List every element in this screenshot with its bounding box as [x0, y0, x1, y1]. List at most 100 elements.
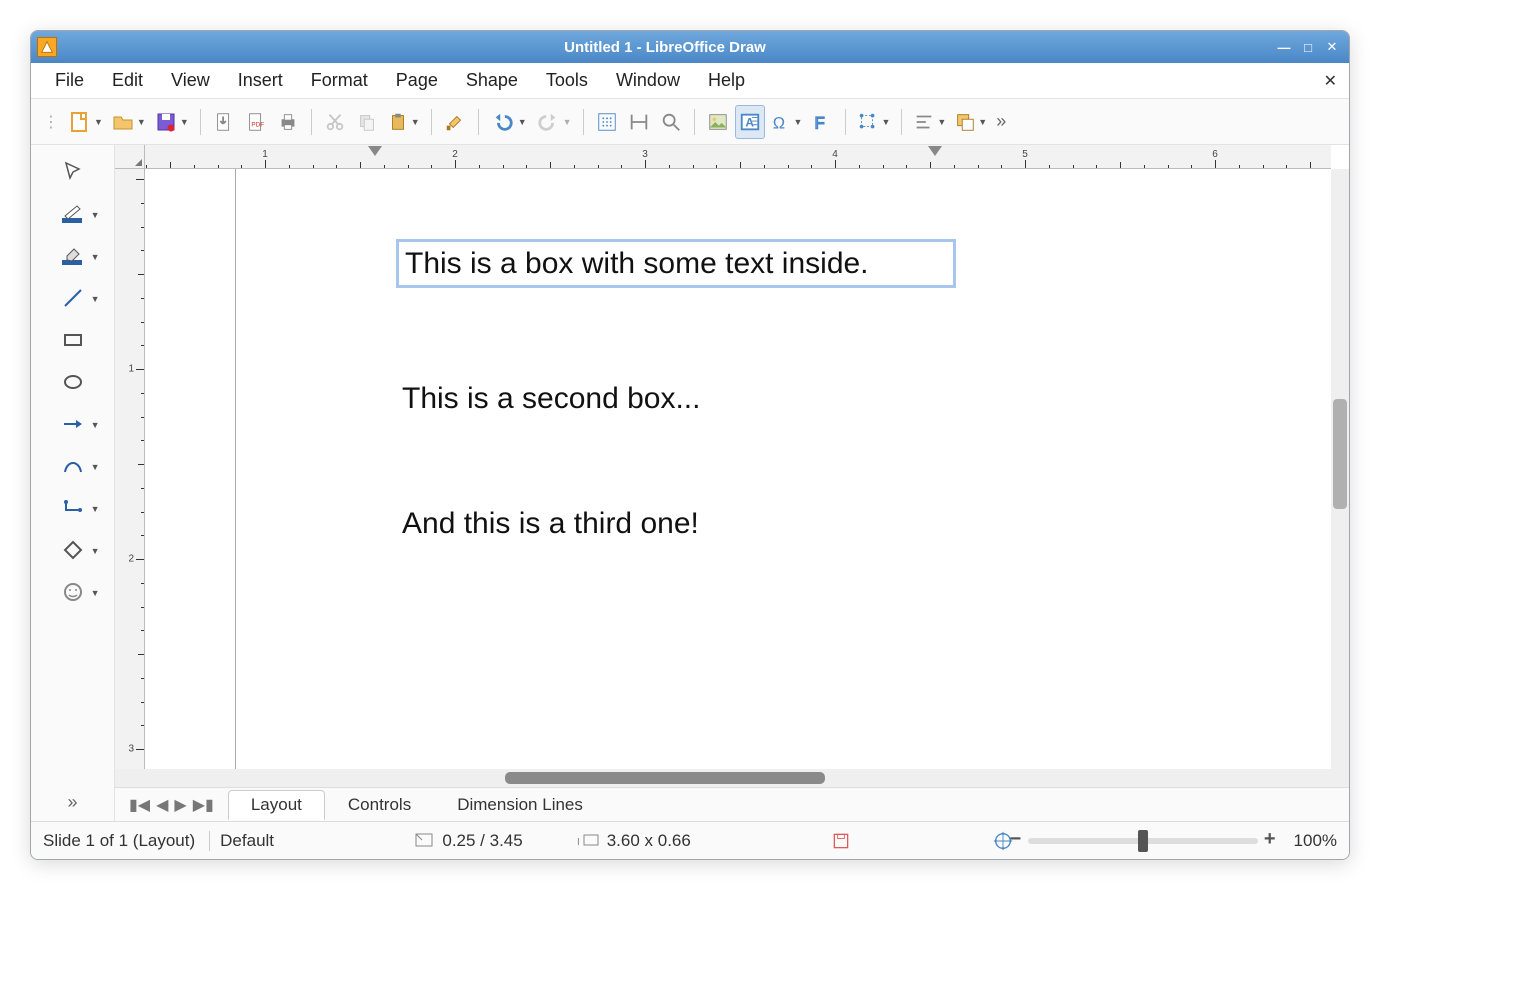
- zoom-slider-handle[interactable]: [1138, 830, 1148, 852]
- select-tool[interactable]: [43, 153, 103, 191]
- transformations-button[interactable]: ▼: [854, 105, 893, 139]
- line-tool[interactable]: ▼: [43, 279, 103, 317]
- menu-help[interactable]: Help: [694, 66, 759, 95]
- ellipse-tool[interactable]: [43, 363, 103, 401]
- new-document-button[interactable]: ▼: [65, 105, 106, 139]
- size-icon: I: [577, 832, 601, 850]
- status-slide: Slide 1 of 1 (Layout): [43, 831, 195, 851]
- zoom-slider[interactable]: − +: [1028, 838, 1258, 844]
- text-box-content: This is a second box...: [402, 382, 700, 415]
- insert-image-button[interactable]: [703, 105, 733, 139]
- ruler-corner[interactable]: [115, 145, 145, 169]
- clone-formatting-button[interactable]: [440, 105, 470, 139]
- minimize-button[interactable]: —: [1275, 39, 1293, 55]
- snap-lines-button[interactable]: [624, 105, 654, 139]
- separator: [845, 109, 846, 135]
- undo-button[interactable]: ▼: [487, 105, 530, 139]
- tab-controls[interactable]: Controls: [325, 790, 434, 819]
- app-icon: [37, 37, 57, 57]
- scrollbar-thumb[interactable]: [505, 772, 825, 784]
- cut-button[interactable]: [320, 105, 350, 139]
- text-box-content: And this is a third one!: [402, 507, 699, 540]
- menu-insert[interactable]: Insert: [224, 66, 297, 95]
- page: This is a box with some text inside. Thi…: [235, 169, 1331, 769]
- menu-page[interactable]: Page: [382, 66, 452, 95]
- text-box-1[interactable]: This is a box with some text inside.: [396, 239, 956, 288]
- zoom-out-button[interactable]: −: [1010, 828, 1022, 851]
- drawing-canvas[interactable]: This is a box with some text inside. Thi…: [145, 169, 1331, 769]
- save-button[interactable]: ▼: [151, 105, 192, 139]
- fill-color-tool[interactable]: ▼: [43, 237, 103, 275]
- text-box-3[interactable]: And this is a third one!: [402, 504, 962, 543]
- position-icon: [414, 832, 436, 850]
- special-character-button[interactable]: Ω▼: [767, 105, 806, 139]
- menu-file[interactable]: File: [41, 66, 98, 95]
- horizontal-ruler[interactable]: 123456: [145, 145, 1331, 169]
- arrange-button[interactable]: ▼: [951, 105, 990, 139]
- open-button[interactable]: ▼: [108, 105, 149, 139]
- canvas-area: 123456 123 This is a box with some text …: [115, 145, 1349, 821]
- print-button[interactable]: [273, 105, 303, 139]
- menu-format[interactable]: Format: [297, 66, 382, 95]
- next-slide-button[interactable]: ▶: [174, 795, 186, 815]
- zoom-level[interactable]: 100%: [1294, 831, 1337, 851]
- text-box-2[interactable]: This is a second box...: [402, 379, 962, 418]
- ruler-selection-marker: [368, 146, 382, 156]
- zoom-in-button[interactable]: +: [1264, 828, 1276, 851]
- svg-text:F: F: [815, 114, 825, 132]
- rectangle-tool[interactable]: [43, 321, 103, 359]
- menu-edit[interactable]: Edit: [98, 66, 157, 95]
- align-button[interactable]: ▼: [910, 105, 949, 139]
- text-box-button[interactable]: A: [735, 105, 765, 139]
- fontwork-button[interactable]: F: [807, 105, 837, 139]
- title-bar: Untitled 1 - LibreOffice Draw — □ ✕: [31, 31, 1349, 63]
- svg-text:PDF: PDF: [251, 121, 264, 128]
- maximize-button[interactable]: □: [1299, 39, 1317, 55]
- vertical-ruler[interactable]: 123: [115, 169, 145, 769]
- close-document-button[interactable]: ✕: [1324, 71, 1337, 91]
- tab-layout[interactable]: Layout: [228, 790, 325, 820]
- paste-button[interactable]: ▼: [384, 105, 423, 139]
- app-window: Untitled 1 - LibreOffice Draw — □ ✕ File…: [30, 30, 1350, 860]
- show-grid-button[interactable]: [592, 105, 622, 139]
- curve-tool[interactable]: ▼: [43, 447, 103, 485]
- export-button[interactable]: [209, 105, 239, 139]
- connector-tool[interactable]: ▼: [43, 489, 103, 527]
- prev-slide-button[interactable]: ◀: [156, 795, 168, 815]
- standard-toolbar: ⋮ ▼ ▼ ▼ PDF ▼: [31, 99, 1349, 145]
- scrollbar-thumb[interactable]: [1333, 399, 1347, 509]
- tab-dimension-lines[interactable]: Dimension Lines: [434, 790, 606, 819]
- horizontal-scrollbar[interactable]: [145, 769, 1331, 787]
- separator: [200, 109, 201, 135]
- separator: [583, 109, 584, 135]
- menu-view[interactable]: View: [157, 66, 224, 95]
- body: ▼ ▼ ▼ ▼ ▼ ▼ ▼: [31, 145, 1349, 821]
- menu-window[interactable]: Window: [602, 66, 694, 95]
- symbol-shapes-tool[interactable]: ▼: [43, 573, 103, 611]
- export-pdf-button[interactable]: PDF: [241, 105, 271, 139]
- separator: [901, 109, 902, 135]
- close-window-button[interactable]: ✕: [1323, 39, 1341, 55]
- separator: [478, 109, 479, 135]
- separator: [311, 109, 312, 135]
- redo-button[interactable]: ▼: [532, 105, 575, 139]
- ruler-selection-marker: [928, 146, 942, 156]
- separator: [694, 109, 695, 135]
- svg-text:I: I: [577, 837, 580, 848]
- first-slide-button[interactable]: ▮◀: [129, 795, 150, 815]
- line-color-tool[interactable]: ▼: [43, 195, 103, 233]
- svg-text:Ω: Ω: [772, 114, 784, 132]
- vertical-scrollbar[interactable]: [1331, 169, 1349, 769]
- save-status-icon[interactable]: [831, 831, 851, 851]
- window-title: Untitled 1 - LibreOffice Draw: [63, 39, 1267, 56]
- menu-shape[interactable]: Shape: [452, 66, 532, 95]
- last-slide-button[interactable]: ▶▮: [193, 795, 214, 815]
- toolbar-overflow-button[interactable]: »: [992, 111, 1010, 132]
- zoom-button[interactable]: [656, 105, 686, 139]
- basic-shapes-tool[interactable]: ▼: [43, 531, 103, 569]
- arrow-tool[interactable]: ▼: [43, 405, 103, 443]
- menu-tools[interactable]: Tools: [532, 66, 602, 95]
- toolbox-overflow-button[interactable]: »: [63, 792, 81, 813]
- copy-button[interactable]: [352, 105, 382, 139]
- toolbar-grip[interactable]: ⋮: [39, 112, 63, 132]
